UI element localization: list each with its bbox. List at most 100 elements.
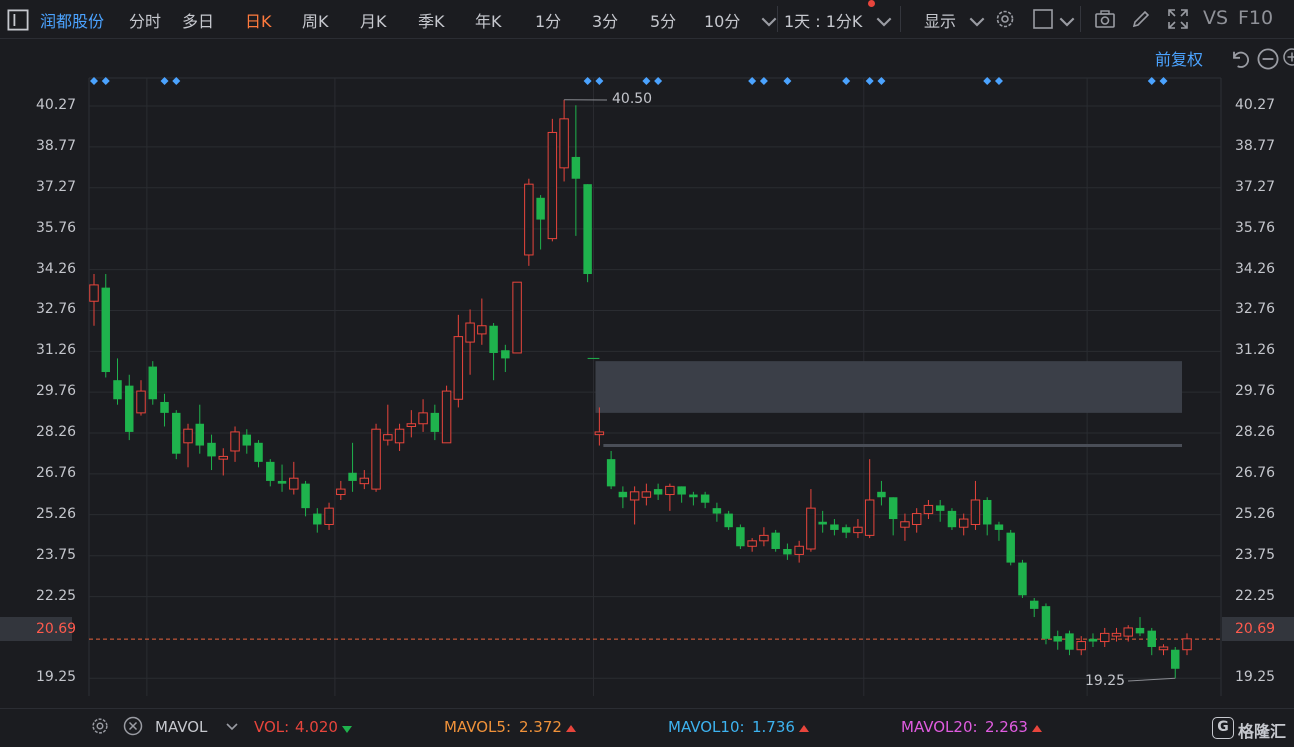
candle-body <box>372 429 380 489</box>
y-tick-label-left: 34.26 <box>36 261 76 277</box>
candle <box>1065 631 1073 656</box>
chevron-down-icon[interactable] <box>224 717 240 735</box>
candle-body <box>290 478 298 489</box>
candle <box>983 497 991 535</box>
candle-body <box>560 119 568 168</box>
candle-body <box>901 522 909 527</box>
candle <box>889 497 897 535</box>
y-tick-label-left: 29.76 <box>36 383 76 399</box>
mavol5-label: MAVOL5: <box>444 718 511 736</box>
candle <box>642 484 650 506</box>
candle-body <box>854 527 862 532</box>
candle <box>1018 560 1026 598</box>
candle <box>384 405 392 446</box>
candle <box>254 440 262 467</box>
candle-body <box>572 157 580 179</box>
candle <box>478 299 486 345</box>
candle <box>454 315 462 408</box>
y-tick-label-left: 38.77 <box>36 138 76 154</box>
candle-body <box>818 522 826 525</box>
candle <box>724 511 732 530</box>
close-icon[interactable] <box>122 715 144 737</box>
y-tick-label-left: 19.25 <box>36 669 76 685</box>
down-arrow-icon <box>342 726 352 733</box>
candle-body <box>912 514 920 525</box>
candle <box>583 184 591 282</box>
y-tick-label-right: 40.27 <box>1235 97 1275 113</box>
y-tick-label-left: 26.76 <box>36 465 76 481</box>
candle-body <box>1018 563 1026 596</box>
candle <box>372 424 380 492</box>
candle-body <box>513 282 521 353</box>
candle-body <box>760 535 768 540</box>
candle <box>783 544 791 560</box>
candle-body <box>724 514 732 528</box>
candle-body <box>983 500 991 525</box>
candle-body <box>607 459 615 486</box>
candle-body <box>125 386 133 432</box>
candle <box>1148 628 1156 655</box>
y-tick-label-left: 40.27 <box>36 97 76 113</box>
up-arrow-icon <box>566 725 576 732</box>
candle <box>560 100 568 182</box>
candle <box>948 508 956 530</box>
candle-body <box>442 391 450 443</box>
candle-body <box>254 443 262 462</box>
candle-body <box>1183 639 1191 650</box>
candle <box>536 195 544 249</box>
y-tick-label-left: 35.76 <box>36 220 76 236</box>
candle-body <box>948 511 956 527</box>
candle <box>513 282 521 353</box>
candle-body <box>478 326 486 334</box>
candle <box>807 489 815 552</box>
candlestick-chart[interactable] <box>0 0 1294 746</box>
candle <box>90 274 98 326</box>
candle <box>125 375 133 440</box>
candle-body <box>807 508 815 549</box>
mavol5-value: 2.372 <box>519 718 562 736</box>
y-tick-label-right: 37.27 <box>1235 179 1275 195</box>
candle <box>854 519 862 538</box>
candle-body <box>525 184 533 255</box>
y-tick-label-right: 29.76 <box>1235 383 1275 399</box>
candle <box>912 508 920 533</box>
candle-body <box>583 184 591 274</box>
candle <box>1183 633 1191 655</box>
candle <box>360 470 368 489</box>
candle <box>337 481 345 500</box>
candle <box>936 500 944 522</box>
candle-body <box>384 435 392 440</box>
indicator-select[interactable]: MAVOL <box>155 718 207 736</box>
candle <box>1171 647 1179 678</box>
candle-body <box>1148 631 1156 647</box>
candle <box>1136 617 1144 636</box>
candle-body <box>337 489 345 494</box>
y-tick-label-left: 23.75 <box>36 547 76 563</box>
candle-body <box>501 350 509 358</box>
candle-body <box>971 500 979 525</box>
candle <box>442 386 450 443</box>
candle-body <box>595 432 603 435</box>
mavol20-label: MAVOL20: <box>901 718 978 736</box>
candle <box>689 492 697 506</box>
candle <box>301 481 309 516</box>
candle <box>196 405 204 454</box>
y-tick-label-left: 25.26 <box>36 506 76 522</box>
candle <box>713 503 721 522</box>
y-tick-label-right: 28.26 <box>1235 424 1275 440</box>
candle <box>160 394 168 427</box>
candle-body <box>1101 633 1109 641</box>
candle-body <box>431 413 439 432</box>
up-arrow-icon <box>799 725 809 732</box>
candle-body <box>1089 639 1097 642</box>
mavol10-value: 1.736 <box>752 718 795 736</box>
candle-body <box>149 367 157 400</box>
candle-body <box>454 337 462 400</box>
candle <box>113 358 121 404</box>
y-tick-label-right: 34.26 <box>1235 261 1275 277</box>
mavol10-label: MAVOL10: <box>668 718 745 736</box>
settings-gear-icon[interactable] <box>89 715 111 737</box>
candle <box>395 424 403 451</box>
candle <box>219 448 227 475</box>
current-price-right: 20.69 <box>1235 621 1275 637</box>
